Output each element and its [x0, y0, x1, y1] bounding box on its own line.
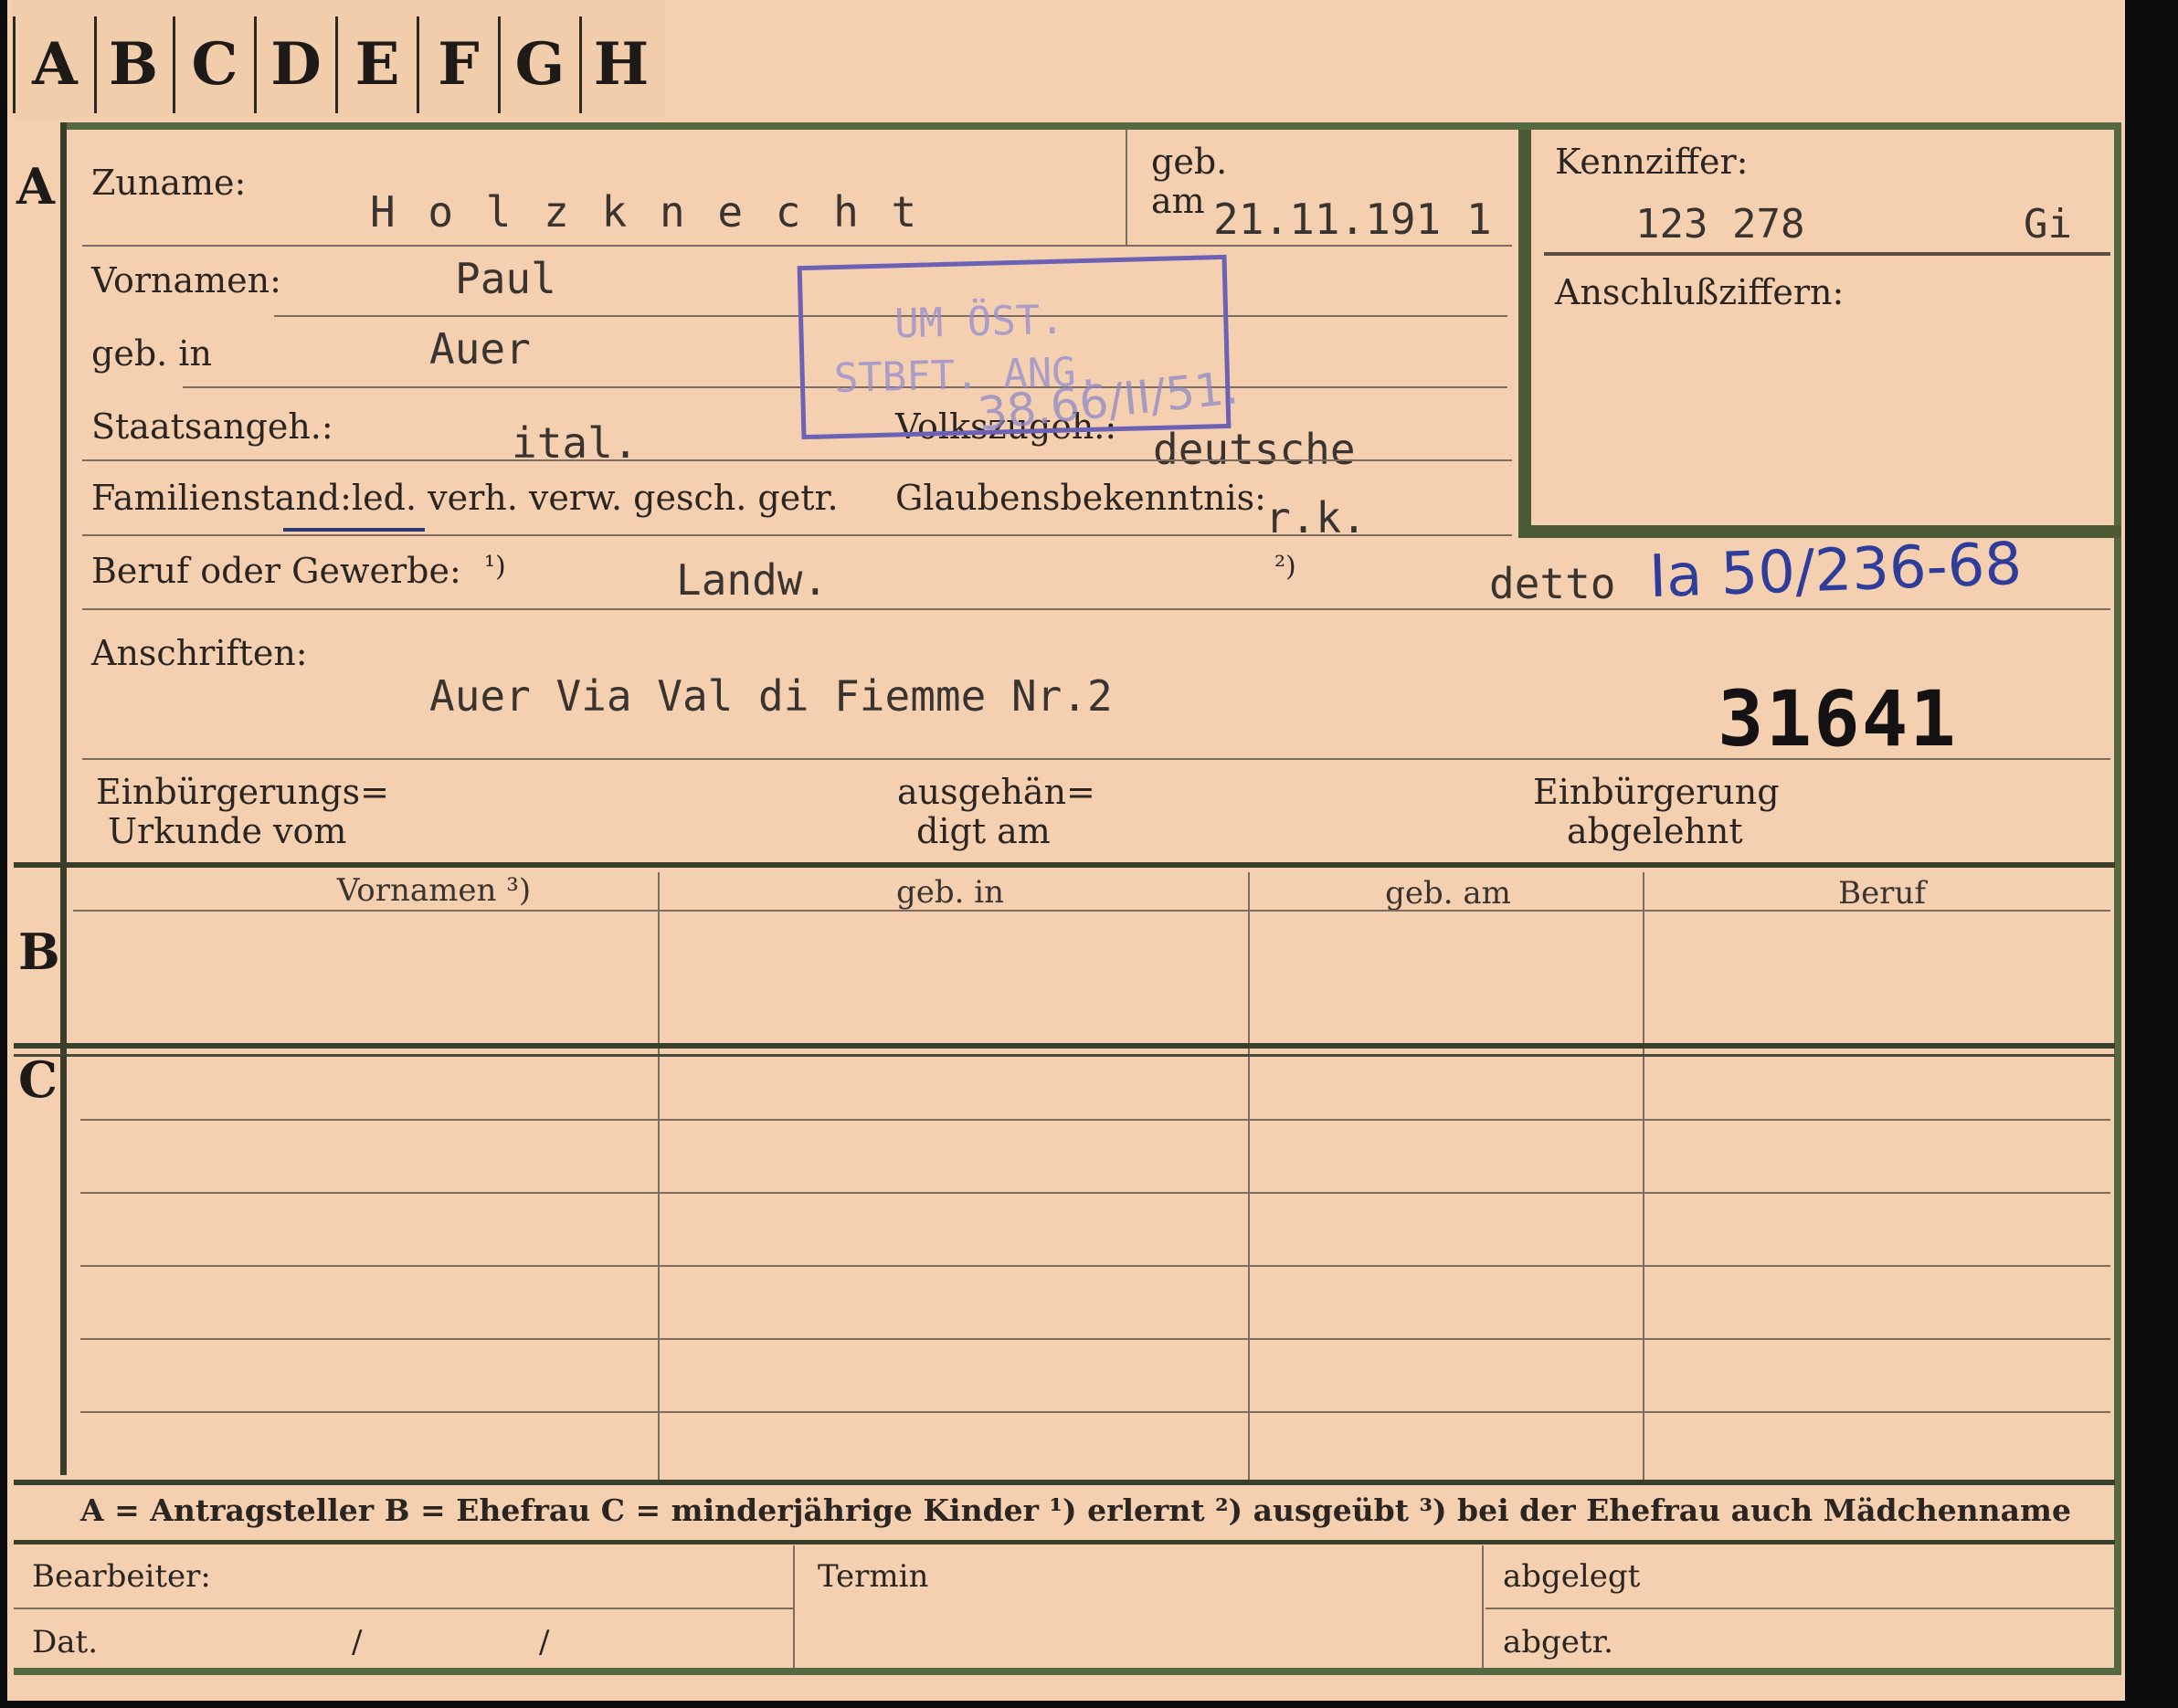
am-label: am	[1151, 181, 1205, 221]
top-border	[62, 122, 2118, 130]
table-row-line	[80, 1265, 2110, 1267]
ausgehaendigt-label-1: ausgehän=	[897, 772, 1095, 812]
geb-label: geb.	[1151, 142, 1228, 182]
termin-label: Termin	[818, 1558, 929, 1595]
table-row-line	[80, 1192, 2110, 1194]
staatsangeh-label: Staatsangeh.:	[91, 406, 333, 447]
beruf-value: Landw.	[676, 555, 829, 605]
kennziffer-label: Kennziffer:	[1555, 142, 1749, 182]
vornamen-value: Paul	[455, 254, 556, 303]
legend-top-border	[14, 1480, 2115, 1485]
volkszugeh-value: deutsche	[1153, 425, 1356, 474]
geb-in-label: geb. in	[91, 333, 212, 374]
tab-c[interactable]: C	[175, 16, 257, 113]
familienstand-selection-underline	[283, 528, 425, 532]
stamp-line-1: UM ÖST.	[893, 296, 1065, 348]
einbuergerungsurkunde-label-2: Urkunde vom	[108, 811, 347, 851]
date-slash-1: /	[352, 1624, 363, 1661]
anschriften-label: Anschriften:	[91, 633, 308, 673]
right-border	[2114, 122, 2121, 1675]
table-header-line	[73, 910, 2110, 912]
section-c-marker: C	[18, 1050, 58, 1109]
zuname-label: Zuname:	[91, 163, 247, 203]
legend-bottom-border	[14, 1540, 2115, 1545]
geb-in-value: Auer	[429, 324, 531, 374]
footer-divider	[1482, 1545, 1484, 1669]
einbuergerung-abgelehnt-label-1: Einbürgerung	[1533, 772, 1780, 812]
table-header-beruf: Beruf	[1838, 875, 1926, 912]
abgelegt-label: abgelegt	[1503, 1558, 1641, 1595]
row-line	[82, 459, 1512, 461]
section-b-top-border	[14, 862, 2115, 868]
abgetr-label: abgetr.	[1503, 1624, 1613, 1661]
tab-d[interactable]: D	[257, 16, 338, 113]
kennziffer-suffix: Gi	[2024, 201, 2072, 248]
dat-label: Dat.	[32, 1624, 99, 1661]
tab-b[interactable]: B	[94, 16, 175, 113]
bottom-border	[14, 1668, 2121, 1675]
legend: A = Antragsteller B = Ehefrau C = minder…	[80, 1492, 2071, 1528]
table-header-geb-am: geb. am	[1385, 875, 1511, 912]
anschrift-value: Auer Via Val di Fiemme Nr.2	[429, 671, 1113, 721]
tab-h[interactable]: H	[582, 16, 661, 113]
familienstand-label: Familienstand:	[91, 478, 352, 518]
divider	[1126, 130, 1127, 247]
section-b-marker: B	[18, 923, 60, 981]
table-row-line	[80, 1119, 2110, 1121]
column-divider	[1248, 872, 1250, 1480]
ausgehaendigt-label-2: digt am	[916, 811, 1051, 851]
row-line	[82, 758, 2110, 760]
zuname-value: H o l z k n e c h t	[370, 187, 921, 237]
section-c-top-border	[14, 1043, 2115, 1049]
beruf-label: Beruf oder Gewerbe:	[91, 551, 461, 591]
row-line	[82, 245, 1512, 247]
kennziffer-box-bottom-border	[1518, 525, 2121, 538]
anschlussziffern-label: Anschlußziffern:	[1555, 272, 1845, 312]
left-border	[60, 868, 67, 1041]
table-header-geb-in: geb. in	[895, 874, 1005, 911]
familienstand-options: led. verh. verw. gesch. getr.	[352, 478, 839, 518]
vornamen-label: Vornamen:	[91, 260, 281, 300]
footer-line	[14, 1608, 795, 1609]
einbuergerungsurkunde-label-1: Einbürgerungs=	[96, 772, 389, 812]
date-slash-2: /	[539, 1624, 550, 1661]
row-line	[82, 608, 2110, 610]
kennziffer-value: 123 278	[1635, 201, 1805, 248]
index-tabs: A B C D E F G H	[13, 0, 665, 119]
kennziffer-underline	[1544, 252, 2110, 256]
table-header-vornamen: Vornamen ³)	[336, 872, 532, 909]
footer-line	[1485, 1608, 2116, 1609]
bearbeiter-label: Bearbeiter:	[32, 1558, 211, 1595]
tab-e[interactable]: E	[338, 16, 419, 113]
table-row-line	[80, 1411, 2110, 1413]
einbuergerung-abgelehnt-label-2: abgelehnt	[1567, 811, 1743, 851]
detto-value: detto	[1489, 559, 1616, 608]
section-c-top-border-inner	[14, 1054, 2115, 1057]
column-divider	[1643, 872, 1644, 1480]
row-line	[82, 534, 1512, 536]
left-border	[60, 1055, 67, 1475]
section-a-marker: A	[16, 157, 55, 216]
tab-f[interactable]: F	[419, 16, 501, 113]
footnote-1-marker: ¹)	[484, 551, 506, 583]
tab-a[interactable]: A	[13, 16, 97, 113]
geb-am-value: 21.11.191 1	[1213, 195, 1492, 244]
table-row-line	[80, 1338, 2110, 1340]
column-divider	[658, 872, 660, 1480]
footnote-2-marker: ²)	[1274, 551, 1296, 583]
handwritten-reference: Ia 50/236-68	[1647, 530, 2024, 612]
stamped-number: 31641	[1718, 674, 1958, 764]
tab-g[interactable]: G	[501, 16, 582, 113]
kennziffer-box-left-border	[1518, 130, 1531, 536]
glaubensbekenntnis-label: Glaubensbekenntnis:	[895, 478, 1266, 518]
